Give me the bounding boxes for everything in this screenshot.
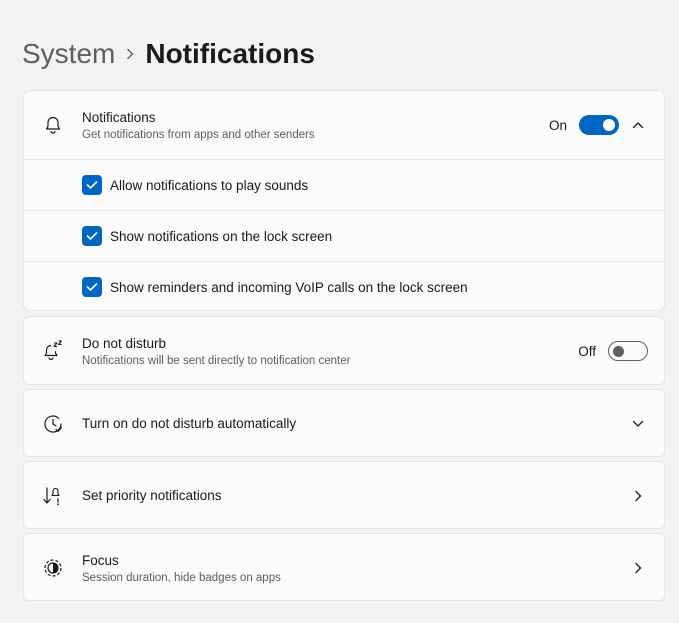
priority-card[interactable]: Set priority notifications	[23, 461, 665, 529]
breadcrumb-system[interactable]: System	[22, 38, 115, 70]
dnd-toggle[interactable]	[608, 341, 648, 361]
option-label: Show notifications on the lock screen	[110, 228, 333, 244]
option-label: Allow notifications to play sounds	[110, 177, 309, 193]
clock-icon	[41, 412, 65, 436]
dnd-auto-card[interactable]: Turn on do not disturb automatically	[23, 389, 665, 457]
checkbox-play-sounds[interactable]	[82, 175, 102, 195]
bell-snooze-icon	[41, 339, 65, 363]
do-not-disturb-card[interactable]: Do not disturb Notifications will be sen…	[23, 316, 665, 385]
option-play-sounds[interactable]: Allow notifications to play sounds	[24, 159, 664, 210]
option-label: Show reminders and incoming VoIP calls o…	[110, 279, 468, 295]
chevron-right-icon[interactable]	[630, 560, 646, 576]
notifications-header[interactable]: Notifications Get notifications from app…	[24, 91, 664, 159]
option-lock-screen[interactable]: Show notifications on the lock screen	[24, 210, 664, 261]
checkbox-voip-calls[interactable]	[82, 277, 102, 297]
focus-subtitle: Session duration, hide badges on apps	[82, 572, 281, 584]
page-title: Notifications	[145, 38, 315, 69]
priority-title: Set priority notifications	[82, 488, 222, 503]
notifications-toggle[interactable]	[579, 115, 619, 135]
focus-card[interactable]: Focus Session duration, hide badges on a…	[23, 533, 665, 601]
dnd-toggle-state: Off	[578, 343, 596, 359]
breadcrumb: System Notifications	[22, 36, 315, 72]
option-voip-calls[interactable]: Show reminders and incoming VoIP calls o…	[24, 261, 664, 312]
bell-icon	[41, 113, 65, 137]
priority-icon	[41, 484, 65, 508]
focus-title: Focus	[82, 553, 119, 568]
checkbox-lock-screen[interactable]	[82, 226, 102, 246]
dnd-auto-title: Turn on do not disturb automatically	[82, 416, 297, 431]
chevron-right-icon	[115, 36, 145, 72]
notifications-toggle-state: On	[548, 117, 567, 133]
dnd-subtitle: Notifications will be sent directly to n…	[82, 355, 351, 367]
chevron-right-icon[interactable]	[630, 488, 646, 504]
chevron-up-icon[interactable]	[630, 117, 646, 133]
notifications-card: Notifications Get notifications from app…	[23, 90, 665, 311]
notifications-title: Notifications	[82, 110, 156, 125]
notifications-subtitle: Get notifications from apps and other se…	[82, 129, 315, 141]
focus-icon	[41, 556, 65, 580]
dnd-title: Do not disturb	[82, 336, 167, 351]
chevron-down-icon[interactable]	[630, 416, 646, 432]
